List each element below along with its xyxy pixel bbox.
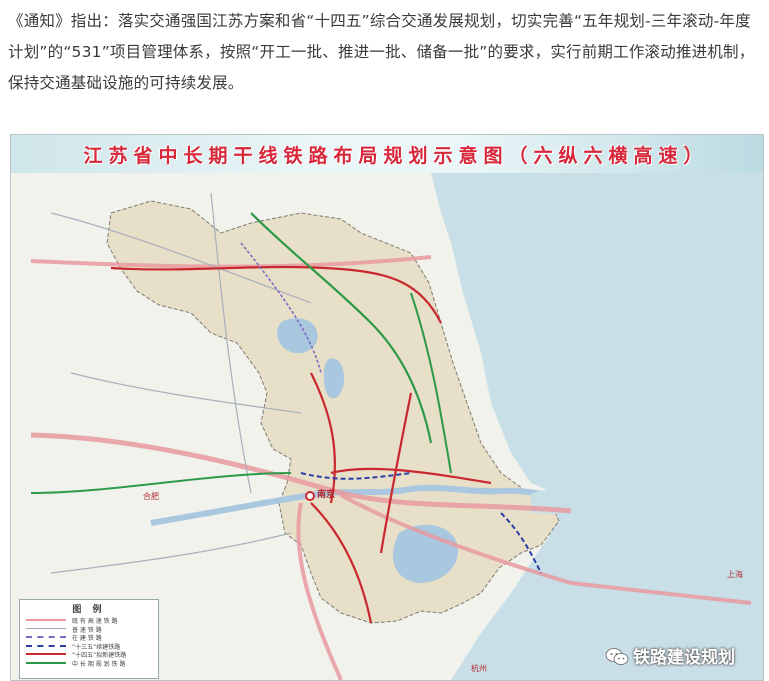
railway-layout-map: 江苏省中长期干线铁路布局规划示意图（六纵六横高速） 南京 上海 合肥 杭州 图 … <box>10 134 764 681</box>
city-label-hefei: 合肥 <box>143 492 159 501</box>
intro-paragraph: 《通知》指出：落实交通强国江苏方案和省“十四五”综合交通发展规划，切实完善“五年… <box>8 12 755 92</box>
legend-item: 在 建 铁 路 <box>20 632 158 642</box>
map-title-banner: 江苏省中长期干线铁路布局规划示意图（六纵六横高速） <box>11 135 763 173</box>
watermark-text: 铁路建设规划 <box>633 648 735 668</box>
legend-swatch <box>26 661 66 664</box>
legend-swatch <box>26 619 66 621</box>
legend-title: 图 例 <box>72 605 106 615</box>
map-title: 江苏省中长期干线铁路布局规划示意图（六纵六横高速） <box>83 145 709 167</box>
city-label-shanghai: 上海 <box>727 570 743 579</box>
legend-swatch <box>26 636 66 638</box>
legend-label: 中 长 期 规 划 铁 路 <box>72 660 126 668</box>
nanjing-marker <box>305 491 315 501</box>
legend-item: 既 有 高 速 铁 路 <box>20 615 158 625</box>
legend-swatch <box>26 627 66 629</box>
legend-swatch <box>26 653 66 655</box>
legend-item: “十四五”拟新建铁路 <box>20 649 158 659</box>
city-label-hangzhou: 杭州 <box>471 664 487 673</box>
wechat-icon <box>605 648 629 665</box>
wechat-watermark: 铁路建设规划 <box>605 643 735 669</box>
map-legend: 图 例 既 有 高 速 铁 路 普 速 铁 路 在 建 铁 路 “十三五”续建铁… <box>19 599 159 679</box>
city-label-nanjing: 南京 <box>317 490 336 500</box>
legend-swatch <box>26 644 66 647</box>
legend-item: 普 速 铁 路 <box>20 624 158 634</box>
legend-item: 中 长 期 规 划 铁 路 <box>20 658 158 668</box>
legend-item: “十三五”续建铁路 <box>20 641 158 651</box>
